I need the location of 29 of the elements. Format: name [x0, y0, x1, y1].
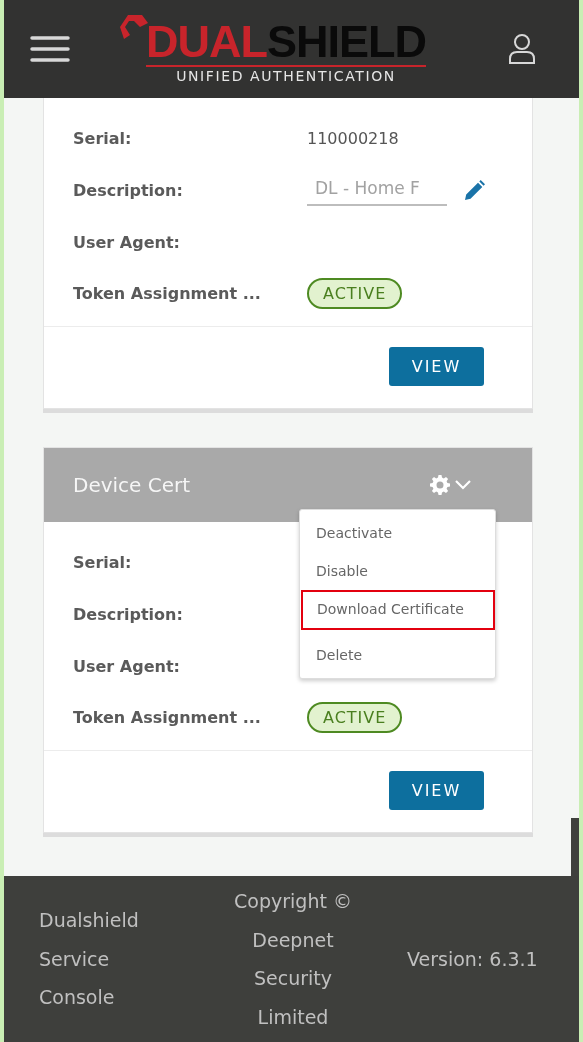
pencil-icon[interactable]	[465, 180, 485, 200]
menu-item[interactable]: Deactivate	[300, 514, 495, 552]
field-label: User Agent:	[73, 656, 181, 676]
field-label: Description:	[73, 604, 184, 624]
copyright-text: Copyright © Deepnet Security Limited	[233, 889, 353, 1030]
field-value: 110000218	[307, 128, 399, 148]
status-badge: ACTIVE	[307, 701, 403, 733]
menu-item[interactable]: Disable	[300, 552, 495, 590]
menu-item[interactable]: Download Certificate	[301, 590, 495, 630]
version-text: Version: 6.3.1	[407, 946, 538, 972]
settings-icon	[430, 475, 450, 495]
view-button[interactable]: VIEW	[389, 771, 484, 810]
field-label: Serial:	[73, 552, 133, 572]
scrollbar[interactable]	[571, 818, 579, 876]
logo-wordmark: DUALSHIELD	[146, 19, 426, 67]
field-label: Token Assignment ...	[73, 283, 262, 303]
field-label: Description:	[73, 180, 184, 200]
user-icon[interactable]	[508, 33, 536, 65]
field-label: Serial:	[73, 128, 133, 148]
menu-icon[interactable]	[30, 35, 70, 63]
field-label: User Agent:	[73, 232, 181, 252]
product-name: Dualshield Service Console	[39, 908, 140, 1011]
status-badge: ACTIVE	[307, 277, 403, 309]
card-title: Device Cert	[73, 473, 191, 497]
chevron-down-icon	[454, 479, 472, 491]
logo-tagline: UNIFIED AUTHENTICATION	[176, 67, 396, 85]
field-label: Token Assignment ...	[73, 707, 262, 727]
menu-item[interactable]: Delete	[300, 636, 495, 674]
view-button[interactable]: VIEW	[389, 347, 484, 386]
